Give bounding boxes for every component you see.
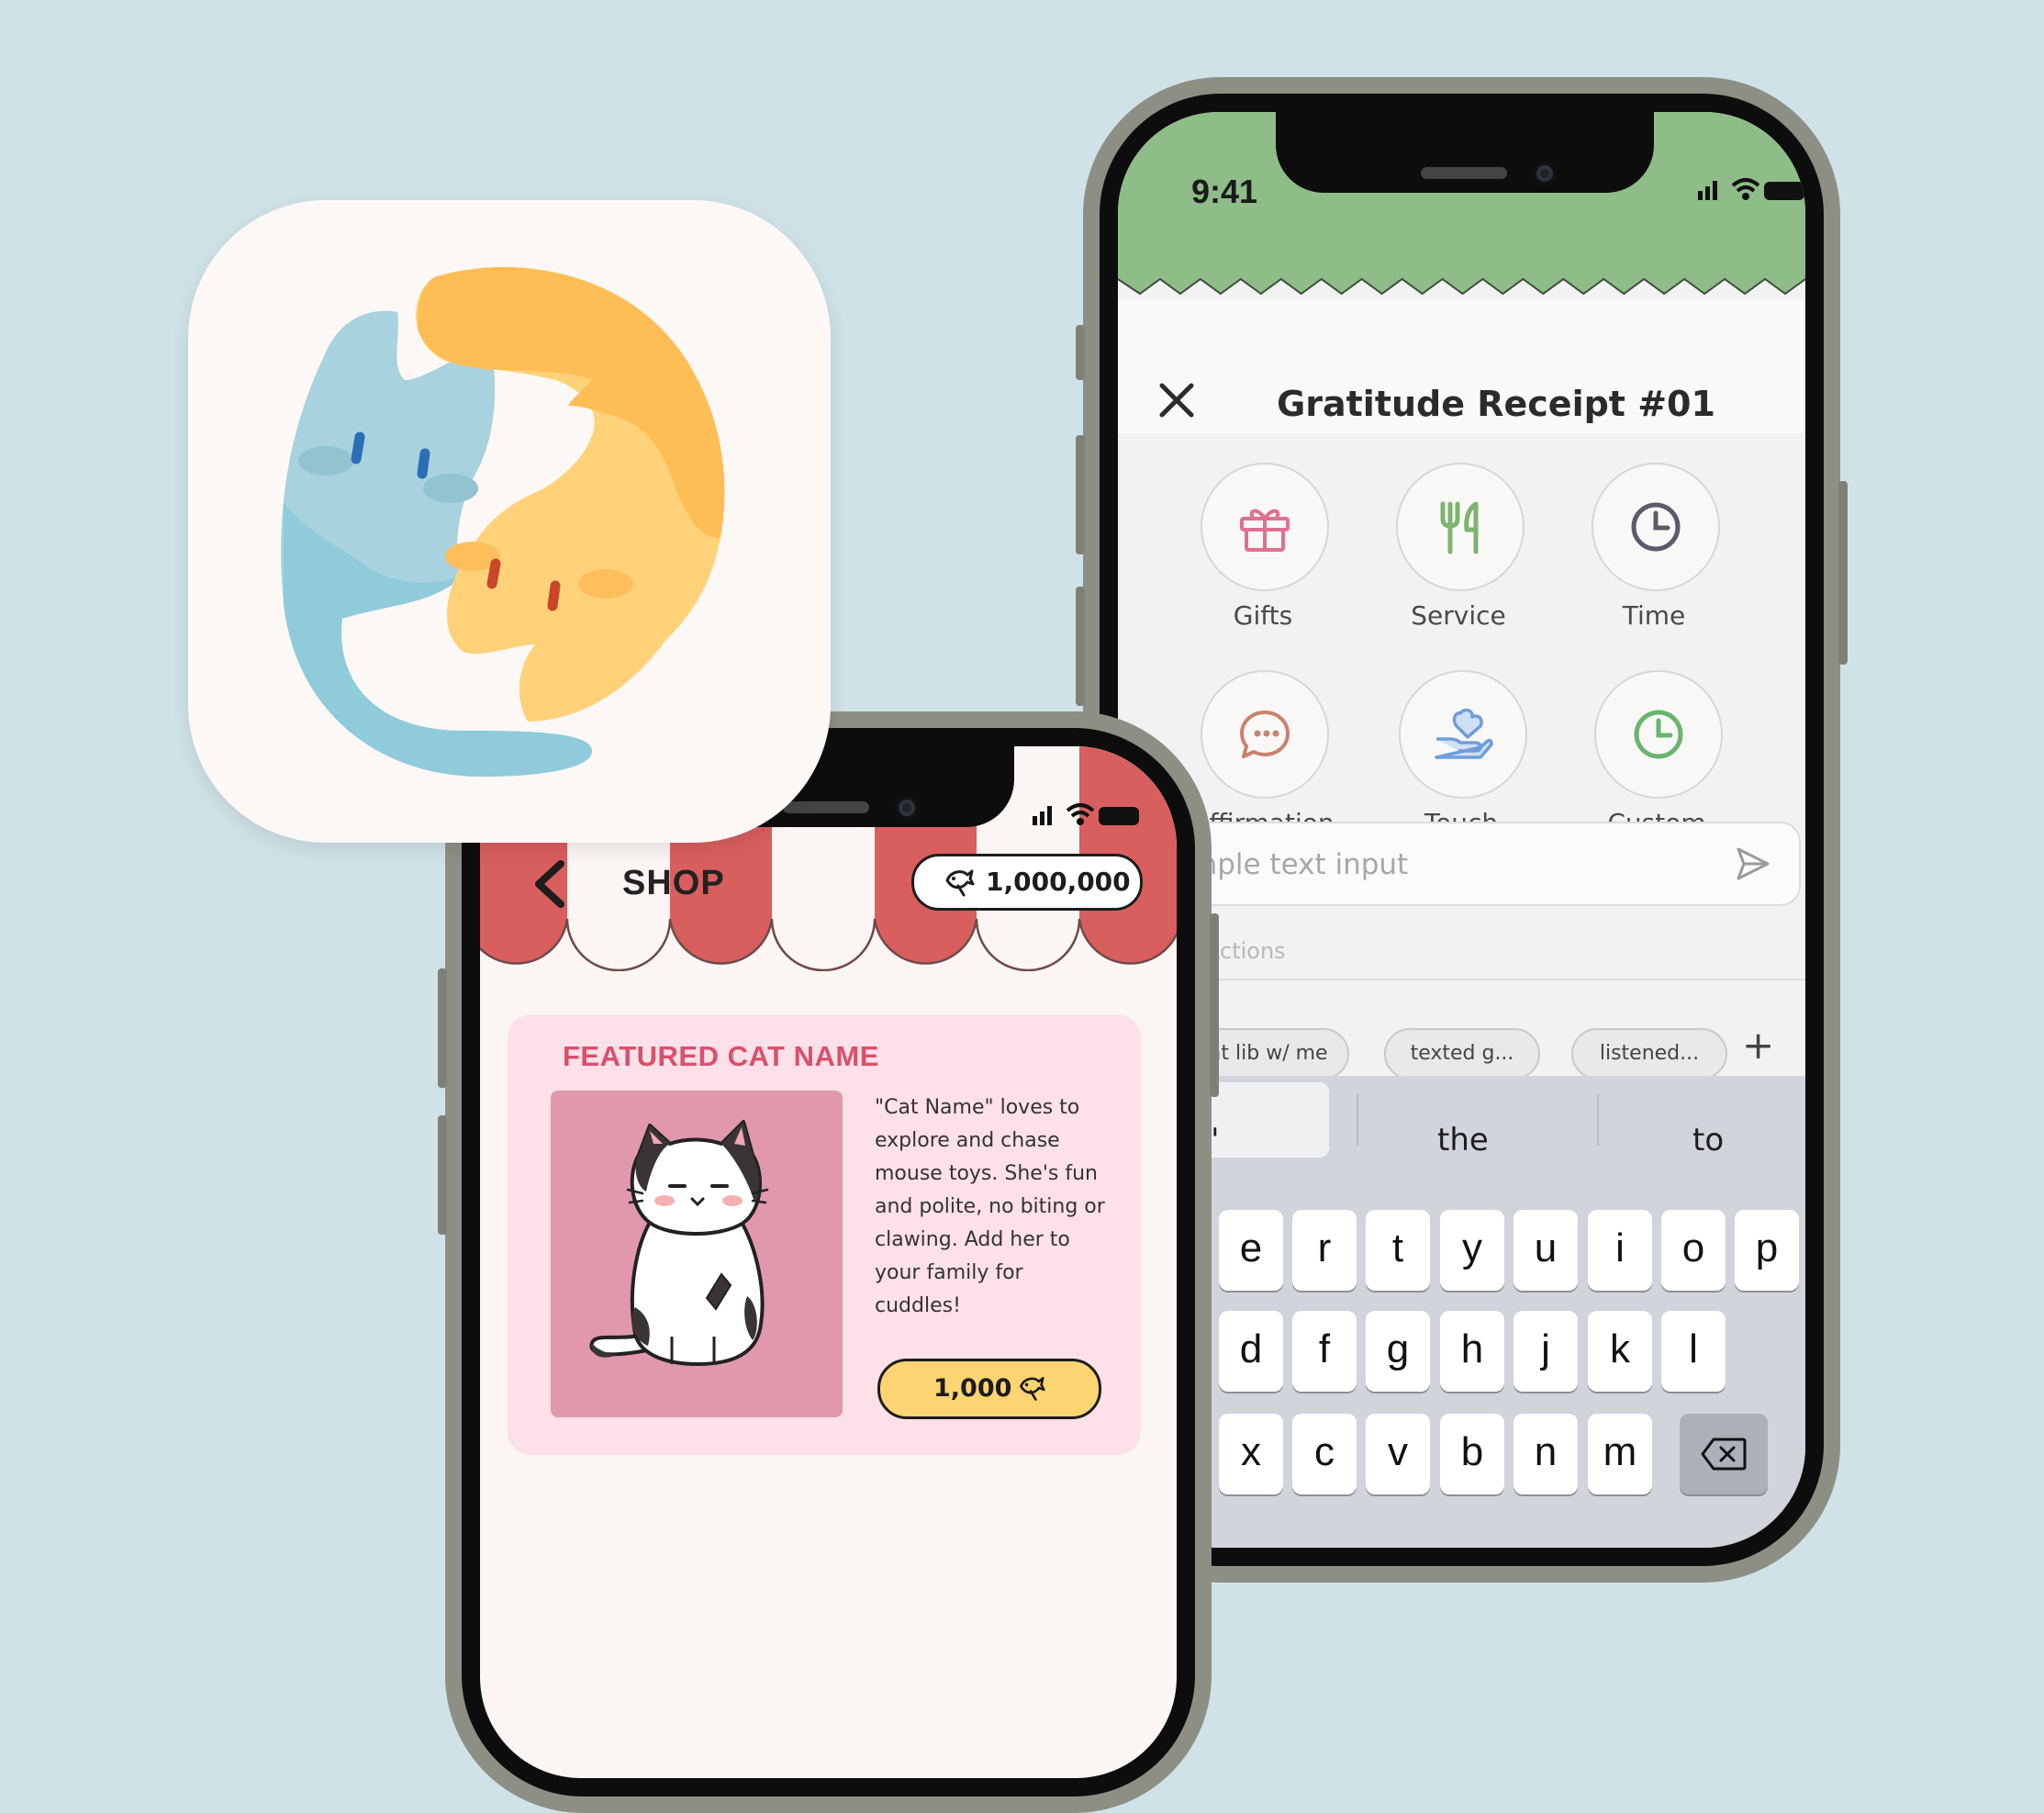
time-button[interactable] xyxy=(1592,463,1720,591)
key-h[interactable]: h xyxy=(1440,1311,1504,1392)
gratitude-screen: 9:41 Gratitude Receipt #01 Gifts Service… xyxy=(1118,112,1805,1548)
featured-cat-card: FEATURED CAT NAME "Cat Name" loves to ex… xyxy=(508,1014,1141,1455)
key-l[interactable]: l xyxy=(1661,1311,1726,1392)
key-c[interactable]: c xyxy=(1292,1414,1357,1494)
actions-divider xyxy=(1173,979,1805,980)
key-p[interactable]: p xyxy=(1735,1210,1799,1291)
key-x[interactable]: x xyxy=(1219,1414,1283,1494)
key-j[interactable]: j xyxy=(1513,1311,1578,1392)
key-f[interactable]: f xyxy=(1292,1311,1357,1392)
shop-title: SHOP xyxy=(622,864,725,902)
phone-notch xyxy=(1276,112,1654,193)
key-m[interactable]: m xyxy=(1588,1414,1652,1494)
mute-switch xyxy=(1076,325,1085,380)
service-button[interactable] xyxy=(1396,463,1525,591)
action-chip[interactable]: texted g... xyxy=(1384,1028,1540,1080)
coin-balance-value: 1,000,000 xyxy=(986,867,1131,897)
key-n[interactable]: n xyxy=(1513,1414,1578,1494)
suggestion-3[interactable]: to xyxy=(1692,1122,1724,1158)
speech-bubble-icon xyxy=(1240,711,1290,758)
front-camera xyxy=(1533,162,1557,185)
zigzag-divider xyxy=(1118,266,1805,296)
back-chevron-icon[interactable] xyxy=(528,856,574,912)
clock-icon xyxy=(1634,710,1683,759)
touch-button[interactable] xyxy=(1399,670,1527,799)
gratitude-text-field[interactable] xyxy=(1173,822,1801,906)
key-o[interactable]: o xyxy=(1661,1210,1726,1291)
volume-up-button xyxy=(438,968,447,1088)
twin-cats-logo xyxy=(281,266,725,777)
key-k[interactable]: k xyxy=(1588,1311,1652,1392)
backspace-icon xyxy=(1701,1438,1747,1471)
key-r[interactable]: r xyxy=(1292,1210,1357,1291)
key-g[interactable]: g xyxy=(1366,1311,1430,1392)
power-button xyxy=(1838,481,1848,665)
shop-phone: SHOP 1,000,000 FEATURED CAT NAME "Cat Na… xyxy=(438,711,1219,1813)
power-button xyxy=(1210,913,1219,1097)
gift-icon xyxy=(1240,509,1290,552)
key-e[interactable]: e xyxy=(1219,1210,1283,1291)
coin-balance[interactable]: 1,000,000 xyxy=(911,854,1143,911)
speaker-grille xyxy=(1421,167,1507,179)
featured-cat-title: FEATURED CAT NAME xyxy=(563,1040,879,1072)
shop-screen: SHOP 1,000,000 FEATURED CAT NAME "Cat Na… xyxy=(480,746,1177,1778)
front-camera xyxy=(895,796,919,820)
buy-cat-button[interactable]: 1,000 xyxy=(877,1359,1101,1419)
app-icon xyxy=(188,200,831,843)
volume-up-button xyxy=(1076,435,1085,554)
clock-icon xyxy=(1631,502,1681,552)
suggestion-separator xyxy=(1597,1094,1599,1146)
cat-price: 1,000 xyxy=(933,1374,1012,1403)
fish-coin-icon xyxy=(1020,1377,1045,1401)
cat-illustration xyxy=(551,1091,843,1417)
featured-cat-description: "Cat Name" loves to explore and chase mo… xyxy=(875,1096,1105,1317)
suggestion-2[interactable]: the xyxy=(1437,1122,1489,1158)
fork-knife-icon xyxy=(1440,501,1479,554)
gratitude-text-input[interactable] xyxy=(1188,823,1705,906)
send-icon[interactable] xyxy=(1735,845,1771,882)
suggestion-separator xyxy=(1357,1094,1358,1146)
add-action-icon[interactable]: + xyxy=(1742,1023,1774,1068)
status-time: 9:41 xyxy=(1191,173,1258,210)
key-b[interactable]: b xyxy=(1440,1414,1504,1494)
key-t[interactable]: t xyxy=(1366,1210,1430,1291)
cat-image xyxy=(589,1120,769,1367)
key-i[interactable]: i xyxy=(1588,1210,1652,1291)
gifts-button[interactable] xyxy=(1201,463,1329,591)
action-chip[interactable]: listened... xyxy=(1571,1028,1727,1080)
key-y[interactable]: y xyxy=(1440,1210,1504,1291)
time-label: Time xyxy=(1622,600,1686,631)
receipt-title: Gratitude Receipt #01 xyxy=(1277,384,1715,424)
hand-heart-icon xyxy=(1435,708,1493,759)
key-v[interactable]: v xyxy=(1366,1414,1430,1494)
volume-down-button xyxy=(1076,587,1085,706)
backspace-key[interactable] xyxy=(1680,1414,1768,1494)
fish-coin-icon xyxy=(945,869,975,897)
volume-down-button xyxy=(438,1115,447,1235)
custom-button[interactable] xyxy=(1594,670,1723,799)
gifts-label: Gifts xyxy=(1233,600,1293,631)
affirmation-button[interactable] xyxy=(1201,670,1329,799)
status-icons xyxy=(1698,178,1804,200)
service-label: Service xyxy=(1411,600,1506,631)
status-icons xyxy=(1033,803,1139,825)
key-d[interactable]: d xyxy=(1219,1311,1283,1392)
key-u[interactable]: u xyxy=(1513,1210,1578,1291)
